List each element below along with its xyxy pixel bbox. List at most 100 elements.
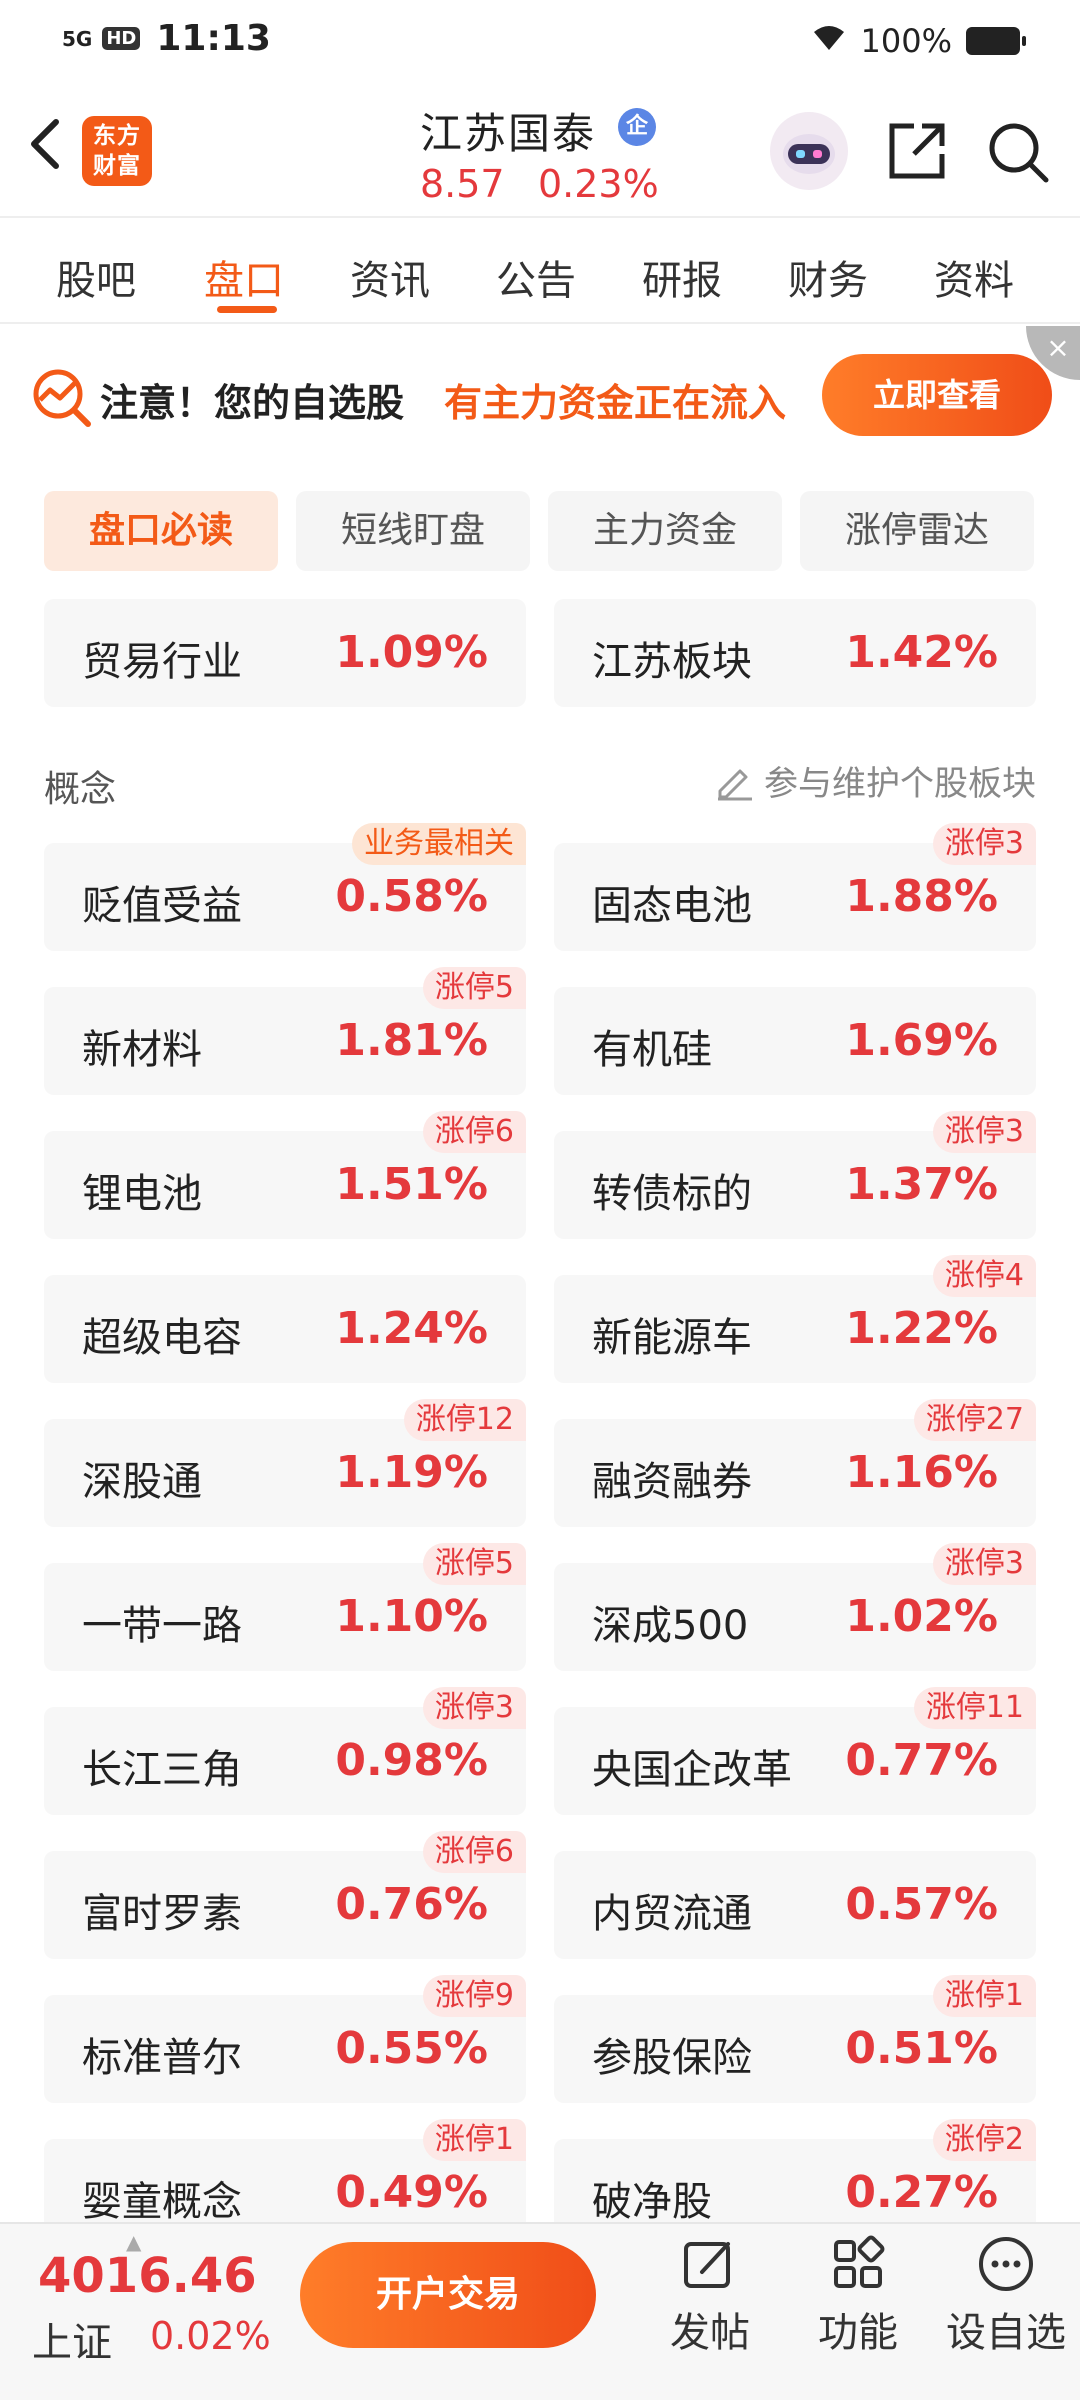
- sector-change: 1.42%: [845, 627, 998, 678]
- stock-price: 8.57: [420, 162, 505, 206]
- concept-change: 0.51%: [845, 2023, 998, 2074]
- concept-card[interactable]: 融资融券 1.16% 涨停27: [554, 1399, 1036, 1527]
- subtab-main-funds[interactable]: 主力资金: [548, 491, 782, 571]
- concept-name: 新材料: [82, 1027, 202, 1073]
- subtab-short-term[interactable]: 短线盯盘: [296, 491, 530, 571]
- concept-name: 央国企改革: [592, 1747, 792, 1793]
- concept-badge: 涨停3: [422, 1687, 526, 1729]
- status-bar: 5G HD 11:13 100%: [0, 0, 1080, 84]
- concept-badge: 涨停3: [932, 823, 1036, 865]
- subtab-limit-up-radar[interactable]: 涨停雷达: [800, 491, 1034, 571]
- concept-change: 1.88%: [845, 871, 998, 922]
- post-button[interactable]: 发帖: [650, 2234, 770, 2358]
- index-name: 上证: [32, 2320, 112, 2366]
- concept-card[interactable]: 新能源车 1.22% 涨停4: [554, 1255, 1036, 1383]
- concept-card[interactable]: 内贸流通 0.57%: [554, 1851, 1036, 1959]
- concept-card[interactable]: 深成500 1.02% 涨停3: [554, 1543, 1036, 1671]
- concept-badge: 涨停4: [932, 1255, 1036, 1297]
- functions-button[interactable]: 功能: [798, 2234, 918, 2358]
- concept-card[interactable]: 深股通 1.19% 涨停12: [44, 1399, 526, 1527]
- tab-guba[interactable]: 股吧: [56, 248, 136, 306]
- concept-card[interactable]: 央国企改革 0.77% 涨停11: [554, 1687, 1036, 1815]
- tab-research[interactable]: 研报: [642, 248, 722, 306]
- maintain-sectors-label: 参与维护个股板块: [764, 764, 1036, 804]
- concept-name: 富时罗素: [82, 1891, 242, 1937]
- post-label: 发帖: [670, 2310, 750, 2356]
- stock-name: 江苏国泰: [420, 109, 597, 158]
- concept-badge: 涨停27: [913, 1399, 1036, 1441]
- tab-pankou[interactable]: 盘口: [204, 248, 284, 306]
- stock-tabs: 股吧 盘口 资讯 公告 研报 财务 资料: [0, 220, 1080, 324]
- concept-name: 深成500: [592, 1603, 749, 1649]
- maintain-sectors-link[interactable]: 参与维护个股板块: [714, 756, 1036, 805]
- index-change: 0.02%: [150, 2314, 271, 2358]
- concept-change: 1.37%: [845, 1159, 998, 1210]
- compose-icon: [684, 2242, 730, 2288]
- concept-badge: 涨停11: [913, 1687, 1036, 1729]
- concept-change: 0.55%: [335, 2023, 488, 2074]
- enterprise-badge: 企: [618, 108, 656, 146]
- banner-highlight: 有主力资金正在流入: [444, 381, 787, 425]
- industry-card[interactable]: 贸易行业 1.09%: [44, 599, 526, 707]
- concept-change: 0.58%: [335, 871, 488, 922]
- concept-card[interactable]: 贬值受益 0.58% 业务最相关: [44, 823, 526, 951]
- fund-flow-banner: × 注意！您的自选股 有主力资金正在流入 立即查看: [0, 326, 1080, 466]
- share-icon[interactable]: [884, 118, 950, 184]
- concept-change: 1.69%: [845, 1015, 998, 1066]
- robot-assistant-icon[interactable]: [770, 112, 848, 190]
- concept-card[interactable]: 长江三角 0.98% 涨停3: [44, 1687, 526, 1815]
- concept-name: 融资融券: [592, 1459, 752, 1505]
- add-watchlist-button[interactable]: 设自选: [946, 2234, 1066, 2358]
- concept-change: 1.02%: [845, 1591, 998, 1642]
- concept-card[interactable]: 参股保险 0.51% 涨停1: [554, 1975, 1036, 2103]
- index-value[interactable]: 4016.46: [38, 2248, 257, 2304]
- signal-indicator: 5G: [62, 26, 93, 51]
- search-icon[interactable]: [984, 118, 1052, 186]
- concept-card[interactable]: 转债标的 1.37% 涨停3: [554, 1111, 1036, 1239]
- trend-alert-icon: [33, 369, 91, 427]
- concept-name: 新能源车: [592, 1315, 752, 1361]
- tab-finance[interactable]: 财务: [788, 248, 868, 306]
- sector-change: 1.09%: [335, 627, 488, 678]
- concept-name: 超级电容: [82, 1315, 242, 1361]
- concept-card[interactable]: 超级电容 1.24%: [44, 1275, 526, 1383]
- concept-card[interactable]: 有机硅 1.69%: [554, 987, 1036, 1095]
- concept-change: 1.19%: [335, 1447, 488, 1498]
- header: 东方 财富 江苏国泰 企 8.57 0.23%: [0, 84, 1080, 218]
- industry-card[interactable]: 江苏板块 1.42%: [554, 599, 1036, 707]
- concept-badge: 涨停12: [403, 1399, 526, 1441]
- concept-change: 1.51%: [335, 1159, 488, 1210]
- bottom-bar: ▲ 4016.46 上证 0.02% 开户交易 发帖 功能 设自选: [0, 2222, 1080, 2400]
- concept-card[interactable]: 标准普尔 0.55% 涨停9: [44, 1975, 526, 2103]
- concept-card[interactable]: 一带一路 1.10% 涨停5: [44, 1543, 526, 1671]
- concept-badge: 涨停3: [932, 1543, 1036, 1585]
- concept-badge: 涨停6: [422, 1831, 526, 1873]
- concept-change: 1.24%: [335, 1303, 488, 1354]
- battery-icon: [966, 27, 1026, 55]
- concept-card[interactable]: 新材料 1.81% 涨停5: [44, 967, 526, 1095]
- concept-section-title: 概念: [44, 769, 117, 810]
- sector-name: 贸易行业: [82, 639, 242, 685]
- concept-card[interactable]: 锂电池 1.51% 涨停6: [44, 1111, 526, 1239]
- tab-news[interactable]: 资讯: [350, 248, 430, 306]
- view-now-button[interactable]: 立即查看: [822, 354, 1052, 436]
- concept-name: 长江三角: [82, 1747, 242, 1793]
- tab-announcements[interactable]: 公告: [496, 248, 576, 306]
- concept-change: 0.77%: [845, 1735, 998, 1786]
- concept-change: 1.16%: [845, 1447, 998, 1498]
- concept-name: 标准普尔: [82, 2035, 242, 2081]
- open-account-trade-button[interactable]: 开户交易: [300, 2242, 596, 2348]
- concept-card[interactable]: 固态电池 1.88% 涨停3: [554, 823, 1036, 951]
- wifi-icon: [811, 22, 847, 60]
- concept-change: 1.22%: [845, 1303, 998, 1354]
- concept-name: 深股通: [82, 1459, 202, 1505]
- concept-change: 0.49%: [335, 2167, 488, 2218]
- active-tab-indicator: [217, 306, 277, 313]
- watchlist-label: 设自选: [946, 2310, 1066, 2356]
- back-arrow-icon[interactable]: [22, 114, 72, 174]
- functions-label: 功能: [818, 2310, 898, 2356]
- subtab-must-read[interactable]: 盘口必读: [44, 491, 278, 571]
- concept-card[interactable]: 富时罗素 0.76% 涨停6: [44, 1831, 526, 1959]
- concept-name: 转债标的: [592, 1171, 752, 1217]
- tab-profile[interactable]: 资料: [934, 248, 1014, 306]
